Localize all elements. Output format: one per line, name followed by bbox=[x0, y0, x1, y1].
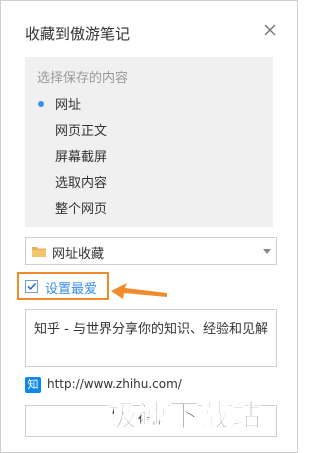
folder-select[interactable]: 网址收藏 bbox=[25, 237, 277, 265]
option-screenshot[interactable]: 屏幕截屏 bbox=[55, 146, 107, 165]
site-favicon: 知 bbox=[25, 377, 41, 393]
content-choice-title: 选择保存的内容 bbox=[37, 71, 129, 86]
favorite-checkbox[interactable] bbox=[25, 280, 38, 293]
selected-dot-icon bbox=[38, 101, 44, 107]
favorite-highlight: 设置最爱 bbox=[17, 272, 109, 300]
annotation-arrow-icon bbox=[111, 283, 167, 299]
summary-textarea[interactable]: 知乎 - 与世界分享你的知识、经验和见解 bbox=[25, 309, 277, 367]
folder-select-value: 网址收藏 bbox=[52, 247, 105, 262]
summary-text: 知乎 - 与世界分享你的知识、经验和见解 bbox=[34, 322, 268, 337]
dialog-window: 收藏到傲游笔记 选择保存的内容 网址 网页正文 屏幕截屏 选取内容 整个网页 网… bbox=[0, 0, 298, 453]
folder-icon bbox=[32, 247, 46, 257]
favorite-label[interactable]: 设置最爱 bbox=[45, 278, 97, 297]
source-url: http://www.zhihu.com/ bbox=[47, 377, 182, 391]
option-selection[interactable]: 选取内容 bbox=[55, 172, 107, 191]
checkmark-icon bbox=[27, 282, 37, 291]
chevron-down-icon[interactable] bbox=[263, 249, 271, 254]
option-page-body[interactable]: 网页正文 bbox=[55, 120, 107, 139]
content-choice-panel: 选择保存的内容 网址 网页正文 屏幕截屏 选取内容 整个网页 bbox=[25, 57, 273, 227]
close-icon[interactable] bbox=[261, 21, 279, 39]
option-url[interactable]: 网址 bbox=[55, 94, 81, 113]
watermark: 极速下载站 bbox=[107, 399, 262, 435]
option-whole-page[interactable]: 整个网页 bbox=[55, 198, 107, 217]
dialog-title: 收藏到傲游笔记 bbox=[25, 25, 131, 43]
